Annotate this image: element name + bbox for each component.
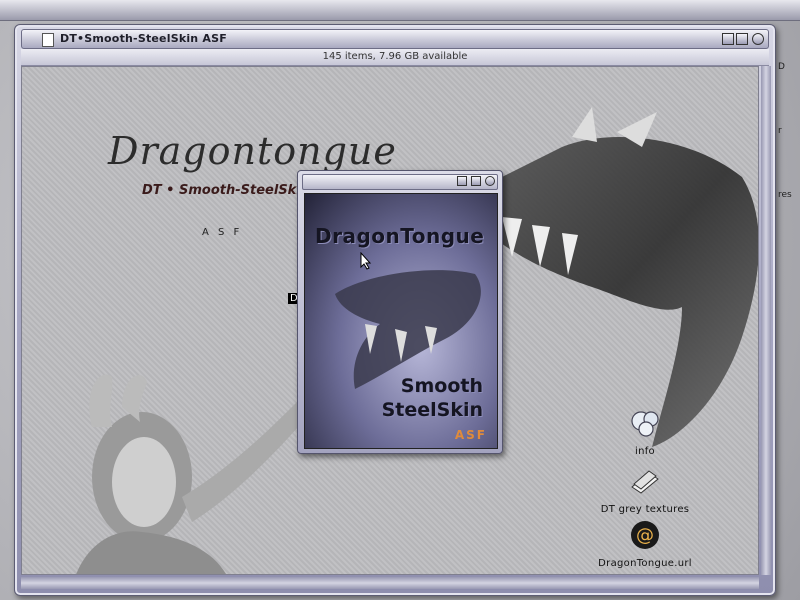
icon-label: info bbox=[635, 446, 655, 457]
desktop-edge-text: r bbox=[778, 126, 782, 136]
preview-subtitle-line2: SteelSkin bbox=[381, 399, 483, 421]
brand-title: Dragontongue bbox=[108, 129, 397, 173]
icon-label: DragonTongue.url bbox=[598, 558, 692, 569]
info-icon-item[interactable]: info bbox=[590, 407, 700, 457]
desktop-edge-text: D bbox=[778, 62, 785, 72]
textures-folder-item[interactable]: DT grey textures bbox=[590, 465, 700, 515]
preview-badge: ASF bbox=[454, 428, 487, 442]
preview-subtitle-line1: Smooth bbox=[400, 375, 483, 397]
svg-text:@: @ bbox=[636, 525, 654, 546]
document-icon bbox=[42, 33, 54, 47]
asf-label: A S F bbox=[202, 227, 243, 238]
brand-subtitle: DT • Smooth-SteelSkin bbox=[142, 183, 311, 198]
at-sign-url-icon: @ bbox=[631, 521, 659, 549]
mouse-cursor-icon bbox=[360, 252, 372, 270]
close-button[interactable] bbox=[752, 33, 764, 45]
preview-window[interactable]: DragonTongue Smooth SteelSkin ASF bbox=[297, 170, 503, 454]
textures-folder-icon bbox=[631, 470, 659, 494]
collapse-button[interactable] bbox=[736, 33, 748, 45]
window-titlebar[interactable]: DT•Smooth-SteelSkin ASF bbox=[21, 29, 769, 49]
dragon-head-image bbox=[335, 270, 481, 389]
vertical-scrollbar[interactable] bbox=[761, 66, 771, 575]
preview-image: DragonTongue Smooth SteelSkin ASF bbox=[304, 193, 498, 449]
drop-shape-icon bbox=[631, 411, 659, 437]
preview-titlebar[interactable] bbox=[302, 174, 498, 190]
horizontal-scrollbar[interactable] bbox=[21, 577, 759, 589]
zoom-button[interactable] bbox=[722, 33, 734, 45]
icon-label: DT grey textures bbox=[600, 504, 690, 515]
zoom-button[interactable] bbox=[457, 176, 467, 186]
preview-title: DragonTongue bbox=[315, 224, 485, 248]
window-title: DT•Smooth-SteelSkin ASF bbox=[60, 32, 227, 45]
window-info-bar: 145 items, 7.96 GB available bbox=[21, 49, 769, 66]
desktop-edge-text: res bbox=[778, 190, 792, 200]
url-file-item[interactable]: @ DragonTongue.url bbox=[590, 519, 700, 569]
menu-bar bbox=[0, 0, 800, 21]
preview-subtitle: Smooth SteelSkin bbox=[382, 374, 483, 422]
close-button[interactable] bbox=[485, 176, 495, 186]
collapse-button[interactable] bbox=[471, 176, 481, 186]
